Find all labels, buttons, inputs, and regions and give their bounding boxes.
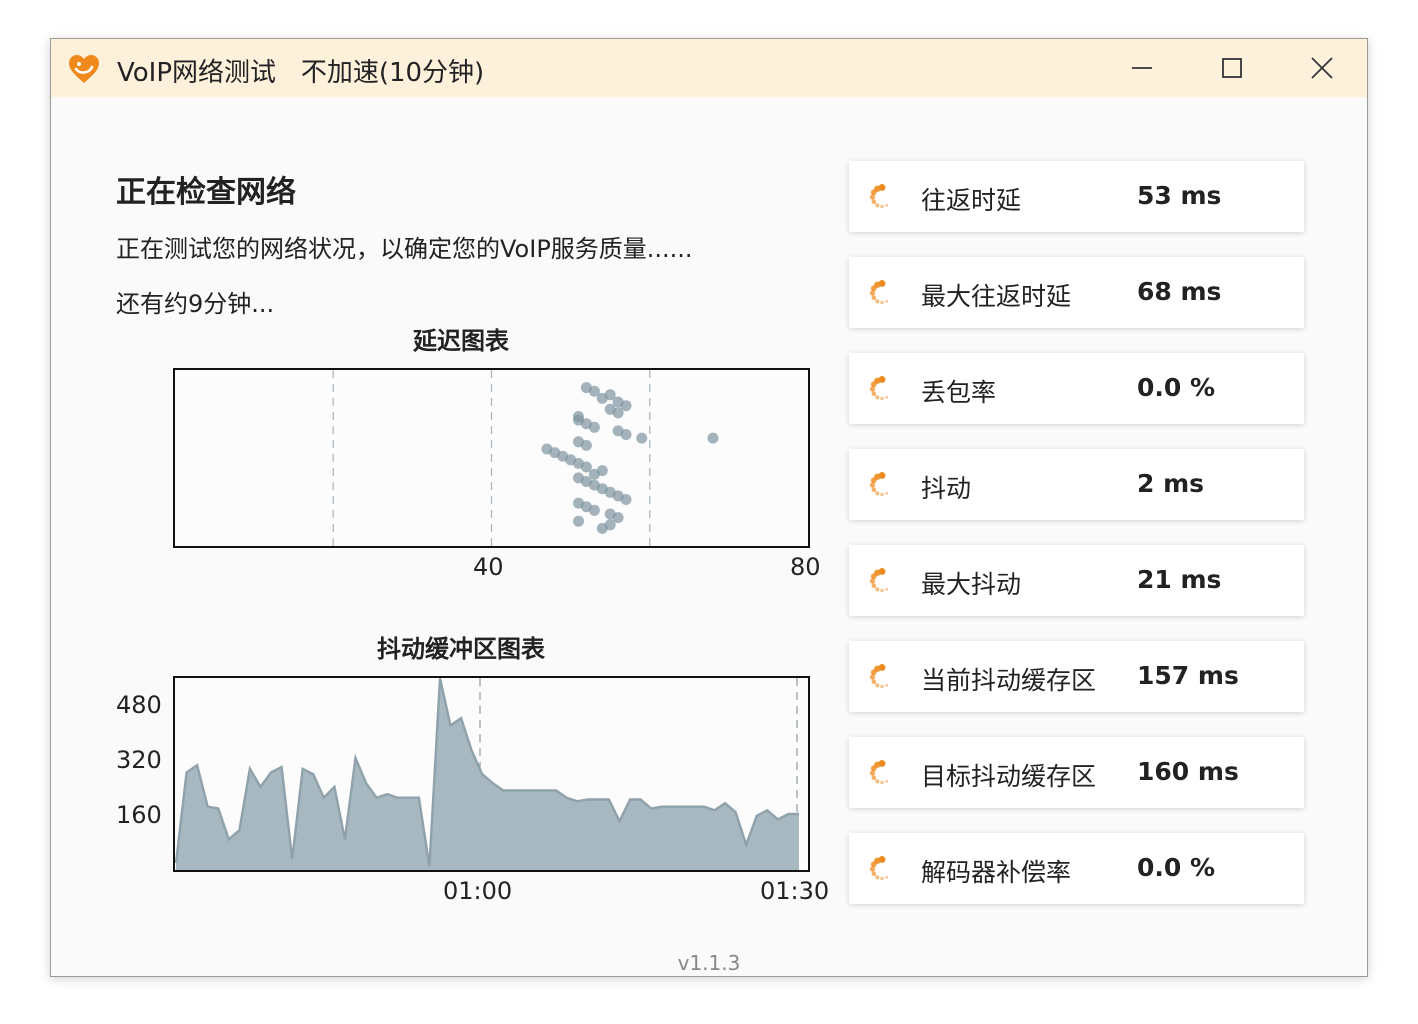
minimize-button[interactable] [1097,39,1187,97]
minimize-icon [1132,67,1152,69]
loading-spinner-icon [869,376,889,401]
latency-chart-plot [332,370,719,546]
loading-spinner-icon [869,472,889,497]
metric-card: 当前抖动缓存区 157 ms [849,641,1304,712]
metric-label: 往返时延 [921,186,1022,215]
metric-label: 丢包率 [921,378,997,407]
maximize-icon [1222,58,1242,78]
metric-card: 解码器补偿率 0.0 % [849,833,1304,904]
app-window: VoIP网络测试 不加速(10分钟) 正在检查网络 正在测试您的网络状况，以确定… [50,38,1368,977]
jitter-buffer-chart [173,676,810,872]
metric-label: 当前抖动缓存区 [921,666,1097,695]
version-label: v1.1.3 [677,951,741,975]
metric-value: 0.0 % [1137,373,1216,402]
jitter-y-tick-160: 160 [116,801,162,829]
metric-card: 往返时延 53 ms [849,161,1304,232]
loading-spinner-icon [869,664,889,689]
metric-label: 抖动 [921,474,972,503]
loading-spinner-icon [869,184,889,209]
metric-value: 0.0 % [1137,853,1216,882]
loading-spinner-icon [869,856,889,881]
metric-label: 目标抖动缓存区 [921,762,1097,791]
jitter-y-tick-480: 480 [116,691,162,719]
latency-point [596,392,608,404]
metric-card: 目标抖动缓存区 160 ms [849,737,1304,808]
window-title: VoIP网络测试 不加速(10分钟) [117,58,485,88]
metric-card: 丢包率 0.0 % [849,353,1304,424]
metric-card: 抖动 2 ms [849,449,1304,520]
metric-value: 68 ms [1137,277,1222,306]
close-button[interactable] [1277,39,1367,97]
latency-x-tick-80: 80 [790,553,821,581]
heart-logo-icon [69,55,99,83]
latency-chart [173,368,810,548]
latency-point [636,432,648,444]
latency-chart-title: 延迟图表 [413,327,509,355]
jitter-chart-plot [174,678,799,870]
metric-value: 157 ms [1137,661,1239,690]
metric-label: 解码器补偿率 [921,858,1072,887]
metric-value: 21 ms [1137,565,1222,594]
latency-point [588,421,600,433]
metric-value: 160 ms [1137,757,1239,786]
metric-card: 最大抖动 21 ms [849,545,1304,616]
latency-point [620,494,632,505]
latency-point [596,522,608,534]
metric-label: 最大往返时延 [921,282,1072,311]
loading-spinner-icon [869,568,889,593]
jitter-x-tick-0100: 01:00 [443,877,513,905]
metric-card: 最大往返时延 68 ms [849,257,1304,328]
latency-point [573,515,584,527]
status-description: 正在测试您的网络状况，以确定您的VoIP服务质量...... [116,235,693,263]
latency-point [707,432,719,444]
remaining-time: 还有约9分钟... [116,290,275,318]
loading-spinner-icon [869,760,889,785]
loading-spinner-icon [869,280,889,305]
latency-x-tick-40: 40 [473,553,504,581]
latency-point [580,439,592,451]
metric-label: 最大抖动 [921,570,1022,599]
jitter-x-tick-0130: 01:30 [760,877,830,905]
close-icon [1311,57,1333,79]
maximize-button[interactable] [1187,39,1277,97]
title-bar[interactable]: VoIP网络测试 不加速(10分钟) [51,39,1367,97]
latency-point [620,429,632,440]
jitter-y-tick-320: 320 [116,746,162,774]
status-heading: 正在检查网络 [116,175,296,210]
metric-value: 53 ms [1137,181,1222,210]
latency-point [588,504,600,516]
latency-point [612,407,624,419]
metric-value: 2 ms [1137,469,1205,498]
jitter-chart-title: 抖动缓冲区图表 [377,635,545,663]
